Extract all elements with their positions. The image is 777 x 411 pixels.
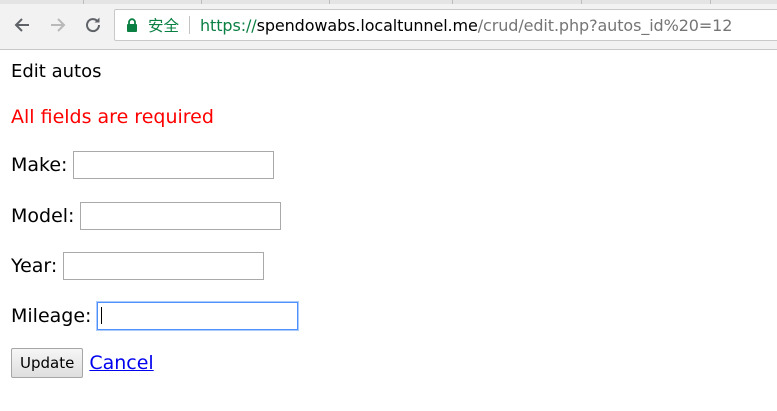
page-title: Edit autos (11, 61, 102, 82)
lock-icon (126, 17, 140, 33)
url-host: spendowabs.localtunnel.me (256, 15, 478, 35)
error-message: All fields are required (11, 106, 214, 128)
forward-button[interactable] (46, 13, 70, 37)
model-label: Model: (11, 205, 75, 227)
address-bar[interactable]: 安全 https://spendowabs.localtunnel.me/cru… (114, 9, 777, 41)
mileage-label: Mileage: (11, 305, 92, 327)
reload-button[interactable] (81, 13, 105, 37)
mileage-row: Mileage: (11, 302, 299, 330)
update-button[interactable]: Update (11, 348, 84, 378)
make-row: Make: (11, 151, 275, 179)
tab-strip-edge (0, 0, 777, 4)
url-scheme: https:// (200, 15, 257, 35)
omnibox-divider (189, 16, 191, 34)
secure-label: 安全 (148, 17, 180, 35)
url-text[interactable]: https://spendowabs.localtunnel.me/crud/e… (200, 16, 732, 35)
back-arrow-icon (13, 16, 31, 34)
form-actions: Update Cancel (11, 348, 154, 378)
year-label: Year: (11, 255, 58, 277)
back-button[interactable] (10, 13, 34, 37)
year-row: Year: (11, 252, 265, 280)
model-row: Model: (11, 202, 282, 230)
browser-toolbar: 安全 https://spendowabs.localtunnel.me/cru… (0, 0, 777, 50)
year-field[interactable] (63, 252, 265, 280)
text-caret (101, 307, 102, 324)
forward-arrow-icon (49, 16, 67, 34)
reload-icon (84, 16, 102, 34)
model-field[interactable] (80, 202, 282, 230)
url-path: /crud/edit.php?autos_id%20=12 (477, 15, 733, 35)
mileage-field[interactable] (97, 302, 299, 330)
cancel-link[interactable]: Cancel (89, 352, 153, 374)
make-label: Make: (11, 154, 68, 176)
make-field[interactable] (73, 151, 275, 179)
